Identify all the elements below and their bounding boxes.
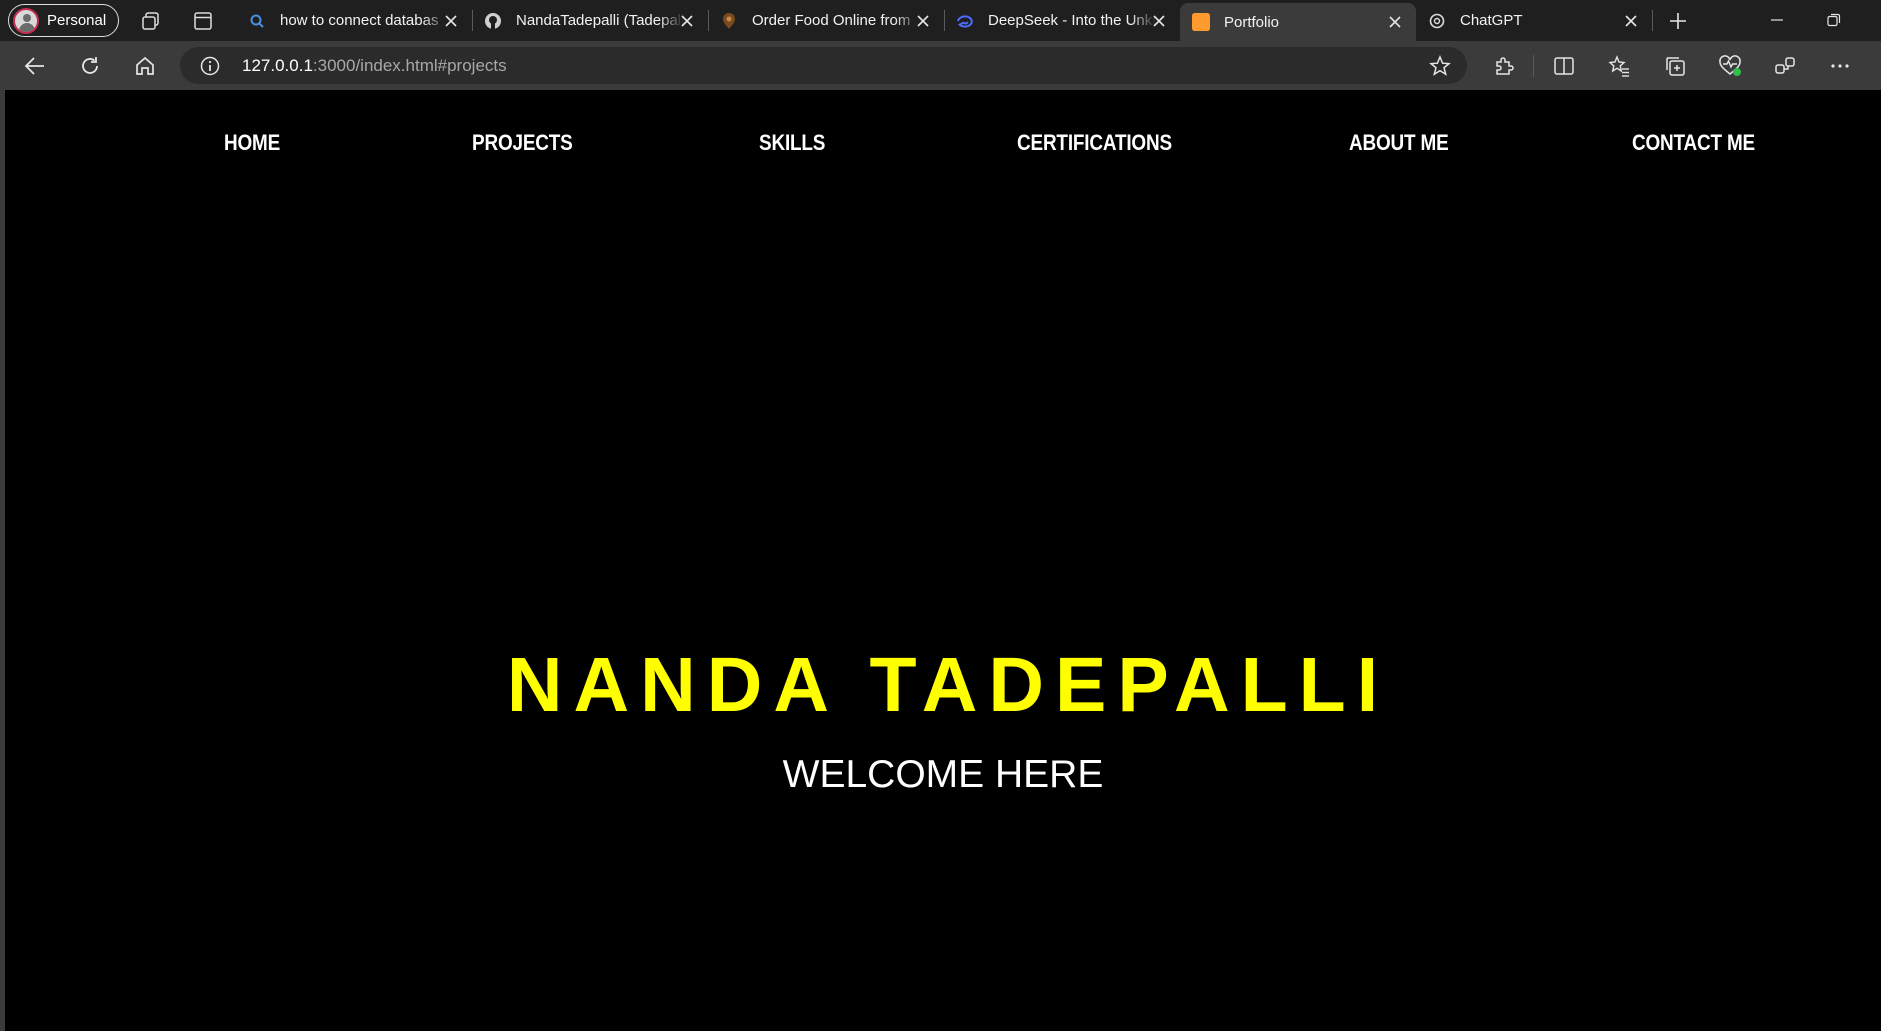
more-options-icon[interactable] — [1827, 53, 1853, 79]
nav-contact-me[interactable]: CONTACT ME — [1632, 130, 1755, 156]
extensions-icon[interactable] — [1491, 53, 1517, 79]
tab-title: NandaTadepalli (Tadepalli — [516, 12, 684, 29]
home-icon[interactable] — [132, 53, 158, 79]
profile-button[interactable]: Personal — [8, 4, 119, 37]
browser-essentials-icon[interactable] — [1717, 53, 1743, 79]
page-viewport: HOME PROJECTS SKILLS CERTIFICATIONS ABOU… — [5, 90, 1881, 1031]
minimize-icon[interactable] — [1765, 8, 1789, 32]
tab-title: Order Food Online from — [752, 12, 911, 29]
close-icon[interactable] — [444, 14, 458, 28]
tab-github[interactable]: NandaTadepalli (Tadepalli — [472, 0, 708, 41]
favorites-icon[interactable] — [1606, 53, 1632, 79]
restore-icon[interactable] — [1822, 8, 1846, 32]
tab-actions-icon[interactable] — [190, 8, 216, 34]
tab-chatgpt[interactable]: ChatGPT — [1416, 0, 1652, 41]
food-icon — [720, 12, 738, 30]
avatar — [13, 7, 39, 34]
nav-about-me[interactable]: ABOUT ME — [1349, 130, 1449, 156]
tab-title: DeepSeek - Into the Unknown — [988, 12, 1156, 29]
favorite-star-icon[interactable] — [1429, 55, 1451, 77]
new-tab-icon[interactable] — [1665, 8, 1691, 34]
tab-title: how to connect databas — [280, 12, 439, 29]
url-text[interactable]: 127.0.0.1:3000/index.html#projects — [242, 56, 507, 76]
github-icon — [484, 12, 502, 30]
search-icon — [248, 12, 266, 30]
tab-title: ChatGPT — [1460, 12, 1523, 29]
nav-certifications[interactable]: CERTIFICATIONS — [1017, 130, 1172, 156]
tab-title: Portfolio — [1224, 13, 1280, 31]
chatgpt-icon — [1428, 12, 1446, 30]
portfolio-icon — [1192, 13, 1210, 31]
hero-name: NANDA TADEPALLI — [506, 642, 1390, 728]
tab-food[interactable]: Order Food Online from — [708, 0, 944, 41]
workspaces-icon[interactable] — [138, 8, 164, 34]
tab-portfolio[interactable]: Portfolio — [1180, 3, 1416, 41]
refresh-icon[interactable] — [77, 53, 103, 79]
close-icon[interactable] — [680, 14, 694, 28]
tab-deepseek[interactable]: DeepSeek - Into the Unknown — [944, 0, 1180, 41]
nav-home[interactable]: HOME — [224, 130, 280, 156]
profile-label: Personal — [47, 12, 107, 29]
hero-subtitle: WELCOME HERE — [782, 753, 1104, 796]
close-icon[interactable] — [1152, 14, 1166, 28]
nav-projects[interactable]: PROJECTS — [472, 130, 573, 156]
tab-search[interactable]: how to connect databas — [236, 0, 472, 41]
site-info-icon[interactable] — [200, 56, 220, 76]
copilot-icon[interactable] — [1772, 53, 1798, 79]
url-path: :3000/index.html#projects — [312, 56, 507, 75]
nav-skills[interactable]: SKILLS — [759, 130, 825, 156]
address-bar[interactable]: 127.0.0.1:3000/index.html#projects — [180, 47, 1467, 84]
collections-icon[interactable] — [1662, 53, 1688, 79]
browser-toolbar: 127.0.0.1:3000/index.html#projects — [0, 41, 1881, 90]
close-icon[interactable] — [1624, 14, 1638, 28]
tab-strip: Personal how to connect databas NandaTad… — [0, 0, 1881, 41]
back-icon[interactable] — [22, 53, 48, 79]
deepseek-icon — [956, 12, 974, 30]
url-host: 127.0.0.1 — [242, 56, 313, 75]
split-screen-icon[interactable] — [1551, 53, 1577, 79]
close-icon[interactable] — [1388, 15, 1402, 29]
close-icon[interactable] — [916, 14, 930, 28]
